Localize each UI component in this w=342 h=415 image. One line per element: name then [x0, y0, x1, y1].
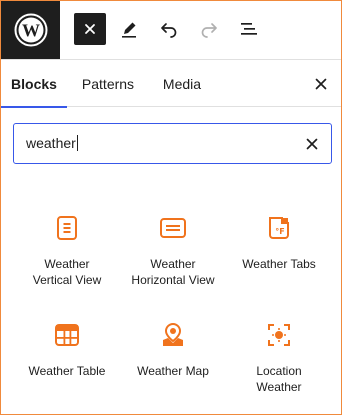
document-overview-icon	[241, 23, 257, 35]
document-overview-button[interactable]	[233, 13, 265, 45]
location-icon	[265, 321, 293, 349]
tab-media[interactable]: Media	[151, 60, 213, 107]
svg-text:W: W	[22, 21, 40, 41]
search-value: weather	[26, 135, 76, 151]
block-label: Weather Horizontal View	[131, 257, 215, 287]
vertical-view-icon	[53, 214, 81, 242]
map-icon	[159, 321, 187, 349]
wordpress-logo-icon: W	[14, 13, 47, 47]
text-caret	[76, 135, 78, 151]
block-item-weather-vertical-view[interactable]: Weather Vertical View	[17, 214, 117, 288]
horizontal-view-icon	[159, 214, 187, 242]
block-label: Location Weather	[256, 364, 302, 394]
inserter-panel: W Blocks Patterns Media weather Weather …	[0, 0, 342, 415]
block-item-weather-horizontal-view[interactable]: Weather Horizontal View	[123, 214, 223, 288]
block-item-location-weather[interactable]: Location Weather	[229, 321, 329, 395]
block-label: Weather Vertical View	[32, 257, 102, 287]
block-item-weather-table[interactable]: Weather Table	[17, 321, 117, 379]
block-item-weather-map[interactable]: Weather Map	[123, 321, 223, 379]
wordpress-logo-button[interactable]: W	[1, 1, 60, 59]
undo-icon	[161, 23, 177, 38]
toggle-inserter-button[interactable]	[74, 13, 106, 45]
block-label: Weather Map	[137, 364, 209, 378]
block-item-weather-tabs[interactable]: °F Weather Tabs	[229, 214, 329, 272]
search-value-text: weather	[26, 135, 78, 151]
block-search-input[interactable]: weather	[13, 123, 332, 164]
pencil-icon	[122, 22, 136, 38]
tab-patterns[interactable]: Patterns	[71, 60, 145, 107]
tabs-icon: °F	[265, 214, 293, 242]
undo-button[interactable]	[153, 13, 185, 45]
close-inserter-button[interactable]	[309, 72, 333, 96]
inserter-tabs: Blocks Patterns Media	[1, 60, 341, 108]
block-label: Weather Tabs	[242, 257, 316, 271]
redo-icon	[201, 23, 217, 38]
close-icon	[85, 24, 95, 34]
svg-text:°F: °F	[275, 227, 284, 236]
block-label: Weather Table	[28, 364, 106, 378]
clear-search-button[interactable]	[301, 133, 323, 155]
close-icon	[306, 138, 318, 150]
close-icon	[315, 78, 327, 90]
tab-blocks[interactable]: Blocks	[1, 60, 67, 108]
editor-toolbar: W	[1, 1, 341, 60]
tools-button[interactable]	[113, 13, 145, 45]
redo-button[interactable]	[193, 13, 225, 45]
table-icon	[53, 321, 81, 349]
